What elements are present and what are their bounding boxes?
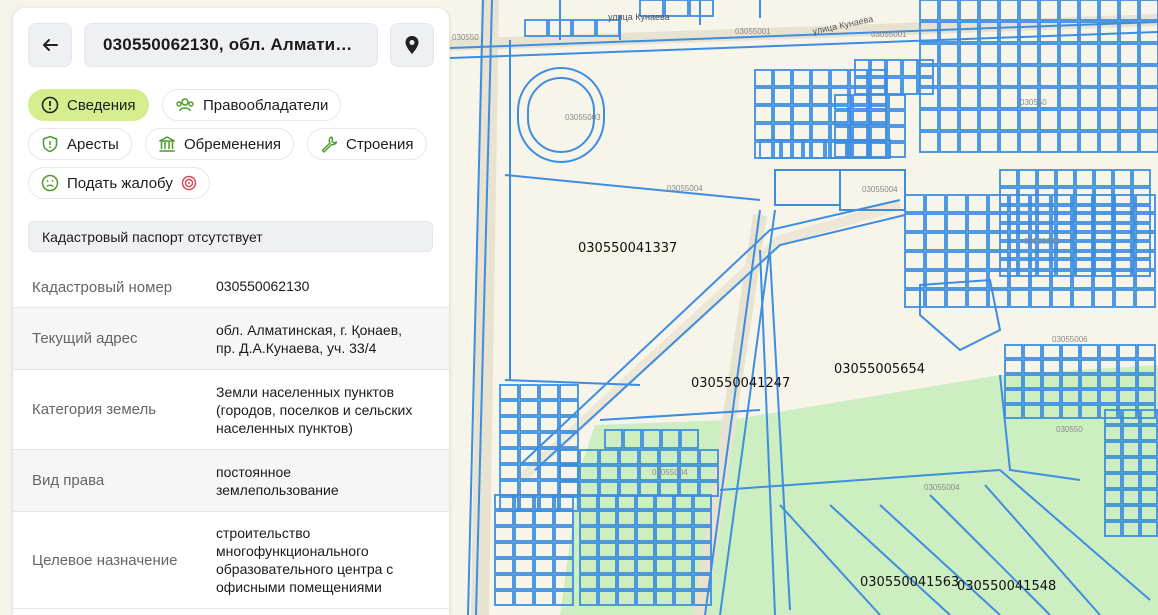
detail-row: Целевое назначение строительство многофу… bbox=[13, 512, 449, 609]
parcel-info-panel: 030550062130, обл. Алмати… Сведения Прав… bbox=[13, 8, 449, 615]
tab-encumbrances[interactable]: Обременения bbox=[145, 128, 295, 160]
tab-buildings[interactable]: Строения bbox=[307, 128, 427, 160]
detail-row: Вид права постоянное землепользование bbox=[13, 450, 449, 512]
quarter-label: 03055003 bbox=[565, 113, 601, 122]
detail-value: (городов, поселков и сельских bbox=[216, 401, 413, 418]
detail-value: строительство bbox=[216, 525, 311, 541]
detail-value: Земли населенных пунктов bbox=[216, 383, 395, 400]
tab-arrests[interactable]: Аресты bbox=[28, 128, 132, 160]
street-label: улица Кунаева bbox=[608, 12, 670, 22]
tab-label: Сведения bbox=[67, 96, 136, 114]
locate-button[interactable] bbox=[390, 23, 434, 67]
shield-icon bbox=[42, 135, 58, 153]
detail-value: населенных пунктов) bbox=[216, 419, 353, 436]
detail-value: многофункционального bbox=[216, 543, 369, 559]
quarter-label: 030550 bbox=[1020, 98, 1047, 107]
quarter-label: 03055006 bbox=[1024, 237, 1060, 246]
tab-details[interactable]: Сведения bbox=[28, 89, 149, 121]
back-button[interactable] bbox=[28, 23, 72, 67]
panel-header: 030550062130, обл. Алмати… bbox=[28, 23, 434, 67]
target-icon bbox=[181, 175, 197, 191]
parcel-label: 030550041247 bbox=[691, 376, 791, 391]
detail-key: Категория земель bbox=[32, 401, 157, 418]
detail-key: Текущий адрес bbox=[32, 330, 138, 347]
detail-value: образовательного центра с bbox=[216, 561, 394, 577]
detail-value: постоянное bbox=[216, 463, 292, 480]
tab-label: Аресты bbox=[67, 135, 119, 153]
detail-value: 030550062130 bbox=[216, 278, 310, 294]
quarter-label: 030550 bbox=[452, 33, 479, 42]
detail-value: офисными помещениями bbox=[216, 579, 382, 595]
quarter-label: 03055001 bbox=[871, 30, 907, 39]
quarter-label: 03055004 bbox=[652, 468, 688, 477]
detail-row: Кадастровый номер 030550062130 bbox=[13, 267, 449, 308]
detail-key: Кадастровый номер bbox=[32, 278, 173, 296]
detail-value: пр. Д.А.Кунаева, уч. 33/4 bbox=[216, 339, 377, 356]
detail-value: обл. Алматинская, г. Қонаев, bbox=[216, 321, 403, 338]
bank-building-icon bbox=[159, 136, 175, 152]
detail-key: Целевое назначение bbox=[32, 551, 178, 569]
detail-row: Категория земель Земли населенных пункто… bbox=[13, 370, 449, 450]
parcel-label: 030550041548 bbox=[957, 579, 1057, 594]
parcel-label: 030550041563 bbox=[860, 575, 960, 590]
sad-face-icon bbox=[41, 174, 59, 192]
map-pin-icon bbox=[405, 36, 419, 54]
tab-label: Обременения bbox=[184, 135, 282, 153]
tab-label: Правообладатели bbox=[203, 96, 329, 114]
quarter-label: 03055006 bbox=[1052, 335, 1088, 344]
tab-owners[interactable]: Правообладатели bbox=[162, 89, 342, 121]
tab-complaint[interactable]: Подать жалобу bbox=[28, 167, 210, 199]
detail-key: Вид права bbox=[32, 472, 105, 489]
quarter-label: 030550 bbox=[1056, 425, 1083, 434]
quarter-label: 03055004 bbox=[862, 185, 898, 194]
quarter-label: 03055004 bbox=[667, 184, 703, 193]
passport-notice: Кадастровый паспорт отсутствует bbox=[28, 221, 433, 252]
wrench-icon bbox=[321, 136, 338, 153]
detail-row: Текущий адрес обл. Алматинская, г. Қонае… bbox=[13, 308, 449, 370]
tab-label: Строения bbox=[346, 135, 414, 153]
quarter-label: 03055004 bbox=[924, 483, 960, 492]
arrow-left-icon bbox=[43, 39, 58, 51]
parcel-title: 030550062130, обл. Алмати… bbox=[84, 23, 378, 67]
detail-value: землепользование bbox=[216, 481, 339, 498]
details-table: Кадастровый номер 030550062130 Текущий а… bbox=[13, 267, 449, 609]
parcel-label: 03055005654 bbox=[834, 362, 925, 377]
info-circle-icon bbox=[41, 96, 59, 114]
quarter-label: 03055001 bbox=[735, 27, 771, 36]
people-icon bbox=[176, 98, 194, 112]
parcel-label: 030550041337 bbox=[578, 241, 678, 256]
tab-label: Подать жалобу bbox=[67, 174, 173, 192]
